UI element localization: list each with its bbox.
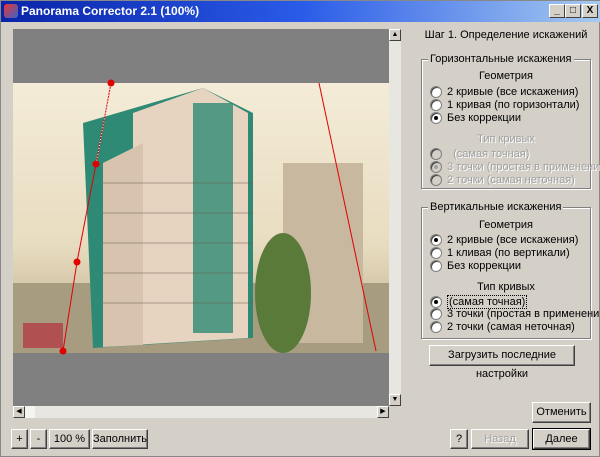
h-geometry-1-curve[interactable]: 1 кривая (по горизонтали): [430, 99, 579, 111]
geometry-label: Геометрия: [478, 70, 534, 82]
vertical-scrollbar[interactable]: ▲ ▼: [389, 29, 401, 406]
horizontal-scrollbar[interactable]: ◀ ▶: [13, 406, 389, 418]
curve-type-label: Тип кривых: [477, 133, 535, 145]
guide-lines[interactable]: [13, 29, 389, 406]
scroll-up-icon[interactable]: ▲: [389, 29, 401, 41]
h-geometry-2-curves[interactable]: 2 кривые (все искажения): [430, 86, 578, 98]
v-curve-3-points[interactable]: 3 точки (простая в применении): [430, 308, 600, 320]
guide-point: [92, 160, 100, 168]
app-window: Panorama Corrector 2.1 (100%) _ □ X ▲ ▼ …: [0, 0, 600, 457]
right-guide-line: [318, 82, 377, 352]
zoom-out-button[interactable]: -: [30, 429, 47, 449]
vertical-distortion-group: Вертикальные искажения Геометрия 2 кривы…: [421, 201, 600, 339]
v-curve-2-points[interactable]: 2 точки (самая неточная): [430, 321, 575, 333]
v-geometry-1-curve[interactable]: 1 кливая (по вертикали): [430, 247, 570, 259]
guide-point: [107, 79, 115, 87]
v-curve-precise[interactable]: (самая точная): [430, 295, 528, 309]
next-button[interactable]: Далее: [532, 428, 591, 450]
group-label: Горизонтальные искажения: [428, 53, 574, 65]
app-icon: [4, 4, 18, 18]
step-title: Шаг 1. Определение искажений: [424, 29, 588, 41]
window-title: Panorama Corrector 2.1 (100%): [21, 4, 200, 18]
scroll-left-icon[interactable]: ◀: [13, 406, 25, 418]
title-bar: Panorama Corrector 2.1 (100%) _ □ X: [1, 1, 600, 22]
load-settings-button[interactable]: Загрузить последние настройки: [429, 345, 575, 380]
scroll-thumb[interactable]: [25, 406, 35, 418]
image-viewport[interactable]: [13, 29, 389, 406]
fill-button[interactable]: Заполнить: [92, 429, 148, 449]
left-guide-curve: [62, 82, 112, 352]
zoom-100-button[interactable]: 100 %: [49, 429, 90, 449]
h-geometry-none[interactable]: Без коррекции: [430, 112, 521, 124]
v-geometry-none[interactable]: Без коррекции: [430, 260, 521, 272]
group-label: Вертикальные искажения: [428, 201, 564, 213]
zoom-in-button[interactable]: +: [11, 429, 28, 449]
geometry-label: Геометрия: [478, 219, 534, 231]
guide-point: [59, 347, 67, 355]
minimize-button[interactable]: _: [549, 4, 565, 18]
h-curve-precise[interactable]: (самая точная): [430, 148, 529, 160]
maximize-button[interactable]: □: [565, 4, 581, 18]
h-curve-3-points[interactable]: 3 точки (простая в применении): [430, 161, 600, 173]
close-button[interactable]: X: [582, 4, 598, 18]
v-geometry-2-curves[interactable]: 2 кривые (все искажения): [430, 234, 578, 246]
scroll-down-icon[interactable]: ▼: [389, 394, 401, 406]
back-button[interactable]: Назад: [471, 429, 529, 449]
help-button[interactable]: ?: [450, 429, 468, 449]
curve-type-label: Тип кривых: [477, 281, 535, 293]
guide-point: [73, 258, 81, 266]
cancel-button[interactable]: Отменить: [532, 402, 591, 423]
horizontal-distortion-group: Горизонтальные искажения Геометрия 2 кри…: [421, 53, 600, 189]
scroll-right-icon[interactable]: ▶: [377, 406, 389, 418]
h-curve-2-points[interactable]: 2 точки (самая неточная): [430, 174, 575, 186]
